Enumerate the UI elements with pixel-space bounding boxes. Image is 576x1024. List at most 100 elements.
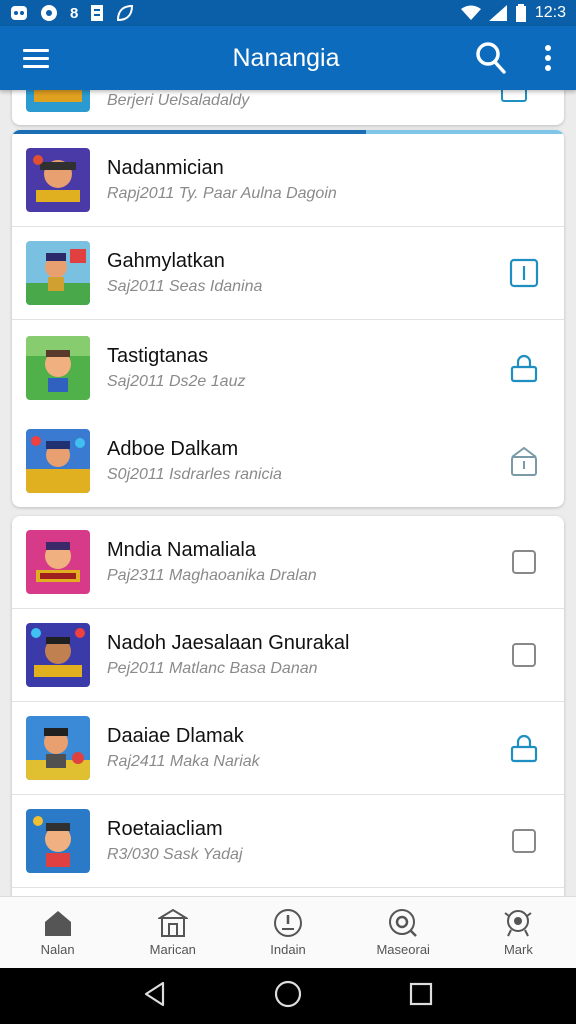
home-circle-icon bbox=[274, 980, 302, 1007]
nav-label: Marican bbox=[149, 942, 196, 957]
checkbox[interactable] bbox=[484, 642, 564, 668]
checkbox-icon bbox=[512, 643, 536, 667]
info-button[interactable] bbox=[484, 258, 564, 288]
row-subtitle: Pej2011 Matlanc Basa Danan bbox=[107, 660, 318, 677]
row-title: Mndia Namaliala bbox=[107, 539, 256, 561]
game-thumbnail bbox=[26, 335, 90, 400]
notification-icon bbox=[11, 6, 27, 20]
nav-item-home[interactable]: Nalan bbox=[0, 897, 115, 968]
nav-label: Mark bbox=[503, 942, 533, 957]
row-title: Nadanmician bbox=[107, 157, 224, 179]
recents-button[interactable] bbox=[409, 982, 433, 1011]
lock-button[interactable] bbox=[500, 90, 528, 110]
nav-item-store[interactable]: Marican bbox=[115, 897, 230, 968]
list-item[interactable]: Adboe Dalkam S0j2011 Isdrarles ranicia bbox=[12, 415, 564, 507]
row-texts: Daaiae Dlamak Raj2411 Maka Nariak bbox=[107, 725, 484, 771]
row-title: Roetaiacliam bbox=[107, 818, 223, 840]
list-item[interactable]: Tastigtanas Saj2011 Ds2e 1auz bbox=[12, 320, 564, 415]
alert-icon bbox=[274, 909, 302, 937]
content-list[interactable]: Berjeri Uelsaladaldy Nadanmician Rapj201… bbox=[0, 90, 576, 896]
game-thumbnail bbox=[26, 530, 90, 594]
lock-icon bbox=[510, 734, 538, 763]
bottom-navigation: Nalan Marican Indain Maseorai Mark bbox=[0, 896, 576, 968]
overflow-menu-button[interactable] bbox=[520, 26, 576, 90]
row-texts: Gahmylatkan Saj2011 Seas Idanina bbox=[107, 250, 484, 296]
game-thumbnail bbox=[26, 623, 90, 687]
row-title: Daaiae Dlamak bbox=[107, 725, 244, 747]
row-texts: Roetaiacliam R3/030 Sask Yadaj bbox=[107, 818, 484, 864]
app-icon: 8 bbox=[70, 4, 79, 22]
status-icons-left: 8 bbox=[10, 4, 134, 22]
nav-label: Nalan bbox=[40, 942, 75, 957]
checkbox[interactable] bbox=[484, 828, 564, 854]
lock-outline-button[interactable] bbox=[484, 445, 564, 477]
status-bar: 8 12:3 bbox=[0, 0, 576, 26]
lock-button[interactable] bbox=[484, 733, 564, 763]
lock-icon bbox=[510, 354, 538, 382]
leaf-icon bbox=[117, 4, 134, 22]
row-subtitle: Raj2411 Maka Nariak bbox=[107, 753, 260, 770]
row-subtitle: S0j2011 Isdrarles ranicia bbox=[107, 466, 282, 483]
home-icon bbox=[44, 911, 71, 936]
nav-item-badge[interactable]: Mark bbox=[461, 897, 576, 968]
row-subtitle: Paj2311 Maghaoanika Dralan bbox=[107, 567, 317, 584]
game-thumbnail bbox=[26, 241, 90, 305]
badge-icon bbox=[504, 910, 533, 937]
info-icon bbox=[509, 258, 539, 288]
row-subtitle: Saj2011 Ds2e 1auz bbox=[107, 372, 246, 390]
recents-icon bbox=[409, 982, 432, 1005]
game-thumbnail bbox=[26, 90, 90, 112]
wifi-icon bbox=[460, 5, 481, 20]
row-subtitle: R3/030 Sask Yadaj bbox=[107, 846, 243, 863]
app-title: Nanangia bbox=[232, 43, 340, 72]
list-item[interactable]: Nadanmician Rapj2011 Ty. Paar Aulna Dago… bbox=[12, 134, 564, 227]
app-bar: Nanangia bbox=[0, 26, 576, 90]
battery-icon bbox=[515, 4, 526, 22]
store-icon bbox=[157, 908, 188, 937]
status-time: 12:3 bbox=[534, 4, 566, 21]
row-texts: Mndia Namaliala Paj2311 Maghaoanika Dral… bbox=[107, 539, 484, 585]
list-item[interactable]: Gahmylatkan Saj2011 Seas Idanina bbox=[12, 227, 564, 320]
lock-icon bbox=[501, 90, 527, 102]
row-subtitle: Saj2011 Seas Idanina bbox=[107, 278, 263, 295]
row-texts: Tastigtanas Saj2011 Ds2e 1auz bbox=[107, 345, 484, 391]
nav-item-search[interactable]: Maseorai bbox=[346, 897, 461, 968]
list-card-1: Nadanmician Rapj2011 Ty. Paar Aulna Dago… bbox=[12, 130, 564, 507]
checkbox-icon bbox=[512, 550, 536, 574]
sync-icon bbox=[41, 5, 57, 21]
file-icon bbox=[91, 5, 104, 21]
signal-icon bbox=[488, 5, 507, 21]
row-title: Nadoh Jaesalaan Gnurakal bbox=[107, 632, 350, 654]
game-thumbnail bbox=[26, 809, 90, 873]
status-icons-right: 12:3 bbox=[460, 4, 566, 22]
list-card-partial: Berjeri Uelsaladaldy bbox=[12, 90, 564, 125]
checkbox[interactable] bbox=[484, 549, 564, 575]
back-button[interactable] bbox=[143, 981, 167, 1012]
row-texts: Nadoh Jaesalaan Gnurakal Pej2011 Matlanc… bbox=[107, 632, 484, 678]
row-subtitle: Rapj2011 Ty. Paar Aulna Dagoin bbox=[107, 185, 337, 202]
list-item[interactable]: Nadoh Jaesalaan Gnurakal Pej2011 Matlanc… bbox=[12, 609, 564, 702]
row-subtitle: Berjeri Uelsaladaldy bbox=[107, 92, 250, 109]
row-title: Gahmylatkan bbox=[107, 250, 225, 272]
system-navigation-bar bbox=[0, 968, 576, 1024]
more-vert-icon bbox=[545, 45, 551, 71]
lock-button[interactable] bbox=[484, 353, 564, 383]
search-button[interactable] bbox=[460, 26, 520, 90]
list-item[interactable]: Daaiae Dlamak Raj2411 Maka Nariak bbox=[12, 702, 564, 795]
nav-item-alert[interactable]: Indain bbox=[230, 897, 345, 968]
game-thumbnail bbox=[26, 429, 90, 493]
home-nav-button[interactable] bbox=[274, 980, 302, 1013]
nav-label: Maseorai bbox=[376, 942, 430, 957]
menu-button[interactable] bbox=[0, 26, 72, 90]
lock-outline-icon bbox=[511, 446, 537, 476]
list-item[interactable]: Roetaiacliam R3/030 Sask Yadaj bbox=[12, 795, 564, 888]
game-thumbnail bbox=[26, 716, 90, 780]
row-texts: Adboe Dalkam S0j2011 Isdrarles ranicia bbox=[107, 438, 484, 484]
row-title: Tastigtanas bbox=[107, 344, 209, 367]
game-thumbnail bbox=[26, 148, 90, 212]
list-card-2: Mndia Namaliala Paj2311 Maghaoanika Dral… bbox=[12, 516, 564, 896]
list-item[interactable]: Mndia Namaliala Paj2311 Maghaoanika Dral… bbox=[12, 516, 564, 609]
search-icon bbox=[476, 42, 506, 74]
row-texts: Nadanmician Rapj2011 Ty. Paar Aulna Dago… bbox=[107, 157, 484, 203]
back-icon bbox=[145, 981, 165, 1006]
